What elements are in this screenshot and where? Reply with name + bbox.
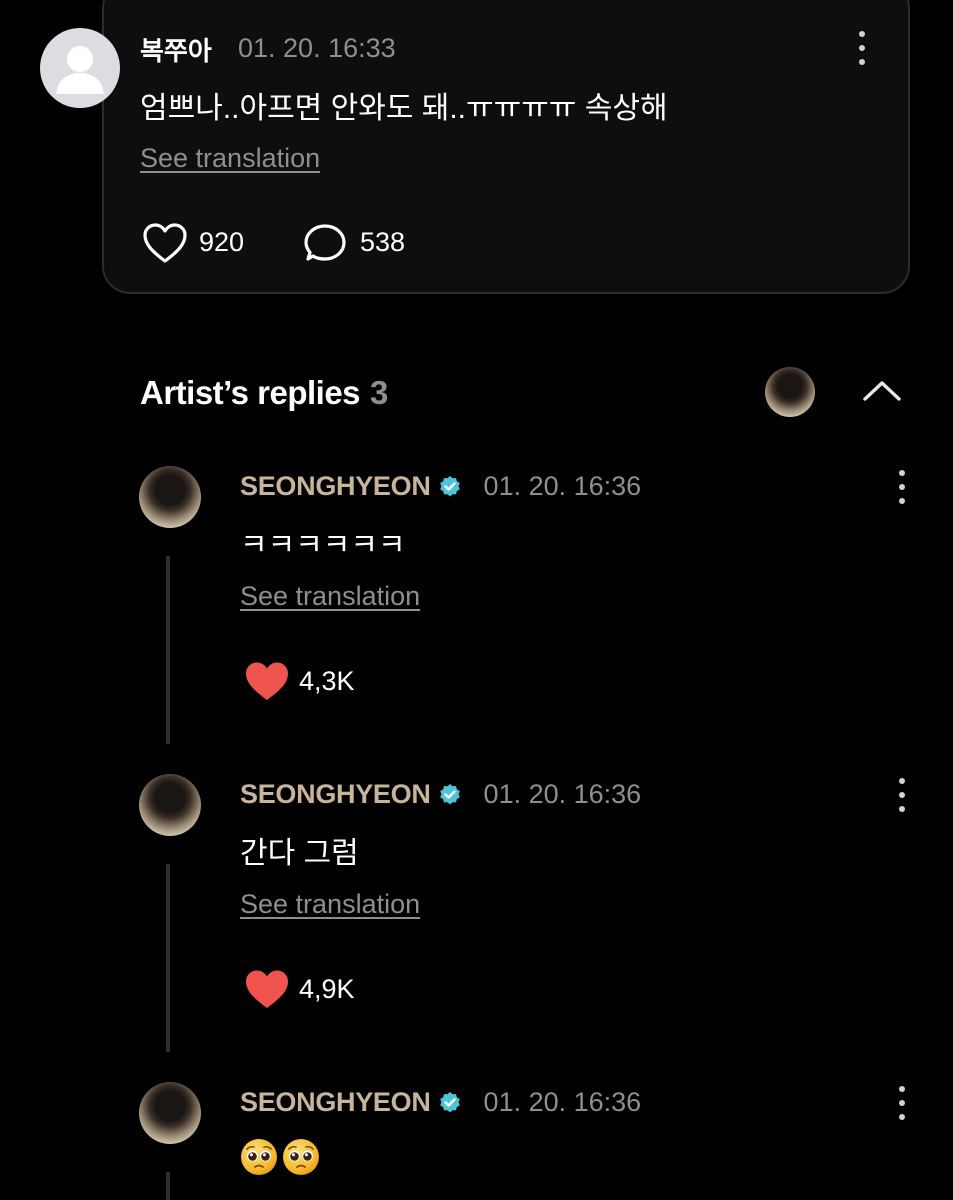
- artist-avatar[interactable]: [139, 1082, 201, 1144]
- artist-avatar[interactable]: [139, 774, 201, 836]
- reply-button[interactable]: [304, 222, 348, 266]
- see-translation-link[interactable]: See translation: [240, 889, 420, 920]
- reply-more-icon[interactable]: [895, 1086, 909, 1120]
- pleading-face-emoji: [283, 1139, 319, 1175]
- artist-replies-title: Artist’s replies: [140, 374, 361, 411]
- like-button[interactable]: [244, 968, 290, 1010]
- artist-avatar-small[interactable]: [765, 367, 815, 417]
- reply-header: SEONGHYEON 01. 20. 16:36: [240, 1087, 641, 1118]
- thread-line: [166, 864, 170, 1052]
- artist-name[interactable]: SEONGHYEON: [240, 471, 431, 502]
- thread-line: [166, 1172, 170, 1200]
- pleading-face-emoji: [241, 1139, 277, 1175]
- comment-text: 엄쁘나..아프면 안와도 돼..ㅠㅠㅠㅠ 속상해: [140, 92, 668, 125]
- speech-bubble-icon: [304, 224, 346, 261]
- verified-badge-icon: [439, 1091, 460, 1112]
- heart-filled-icon: [246, 970, 288, 1008]
- chevron-up-icon: [863, 381, 901, 401]
- like-button[interactable]: [142, 222, 190, 266]
- artist-avatar[interactable]: [139, 466, 201, 528]
- reply-count: 538: [360, 227, 406, 257]
- collapse-button[interactable]: [860, 377, 904, 405]
- comment-more-icon[interactable]: [855, 31, 869, 65]
- reply-timestamp: 01. 20. 16:36: [483, 779, 642, 809]
- comment-timestamp: 01. 20. 16:33: [238, 33, 396, 63]
- see-translation-link[interactable]: See translation: [240, 581, 420, 612]
- heart-outline-icon: [143, 223, 187, 263]
- reply-header: SEONGHYEON 01. 20. 16:36: [240, 779, 641, 810]
- see-translation-link[interactable]: See translation: [140, 143, 320, 174]
- user-avatar[interactable]: [40, 28, 120, 108]
- artist-name[interactable]: SEONGHYEON: [240, 1087, 431, 1118]
- default-avatar-icon: [56, 46, 104, 94]
- like-count: 4,9K: [299, 974, 355, 1004]
- reply-text: 간다 그럼: [240, 837, 359, 870]
- reply-text: ㅋㅋㅋㅋㅋㅋ: [240, 529, 406, 562]
- artist-name[interactable]: SEONGHYEON: [240, 779, 431, 810]
- reply-timestamp: 01. 20. 16:36: [483, 471, 642, 501]
- reply-emoji-text: [240, 1138, 320, 1176]
- like-count: 920: [199, 227, 245, 257]
- like-count: 4,3K: [299, 666, 355, 696]
- reply-more-icon[interactable]: [895, 470, 909, 504]
- like-button[interactable]: [244, 660, 290, 702]
- comment-username[interactable]: 복쭈아: [140, 31, 212, 68]
- artist-replies-header: Artist’s replies 3: [140, 374, 388, 412]
- verified-badge-icon: [439, 783, 460, 804]
- thread-line: [166, 556, 170, 744]
- reply-timestamp: 01. 20. 16:36: [483, 1087, 642, 1117]
- verified-badge-icon: [439, 475, 460, 496]
- reply-header: SEONGHYEON 01. 20. 16:36: [240, 471, 641, 502]
- reply-more-icon[interactable]: [895, 778, 909, 812]
- heart-filled-icon: [246, 662, 288, 700]
- artist-replies-count: 3: [370, 374, 389, 411]
